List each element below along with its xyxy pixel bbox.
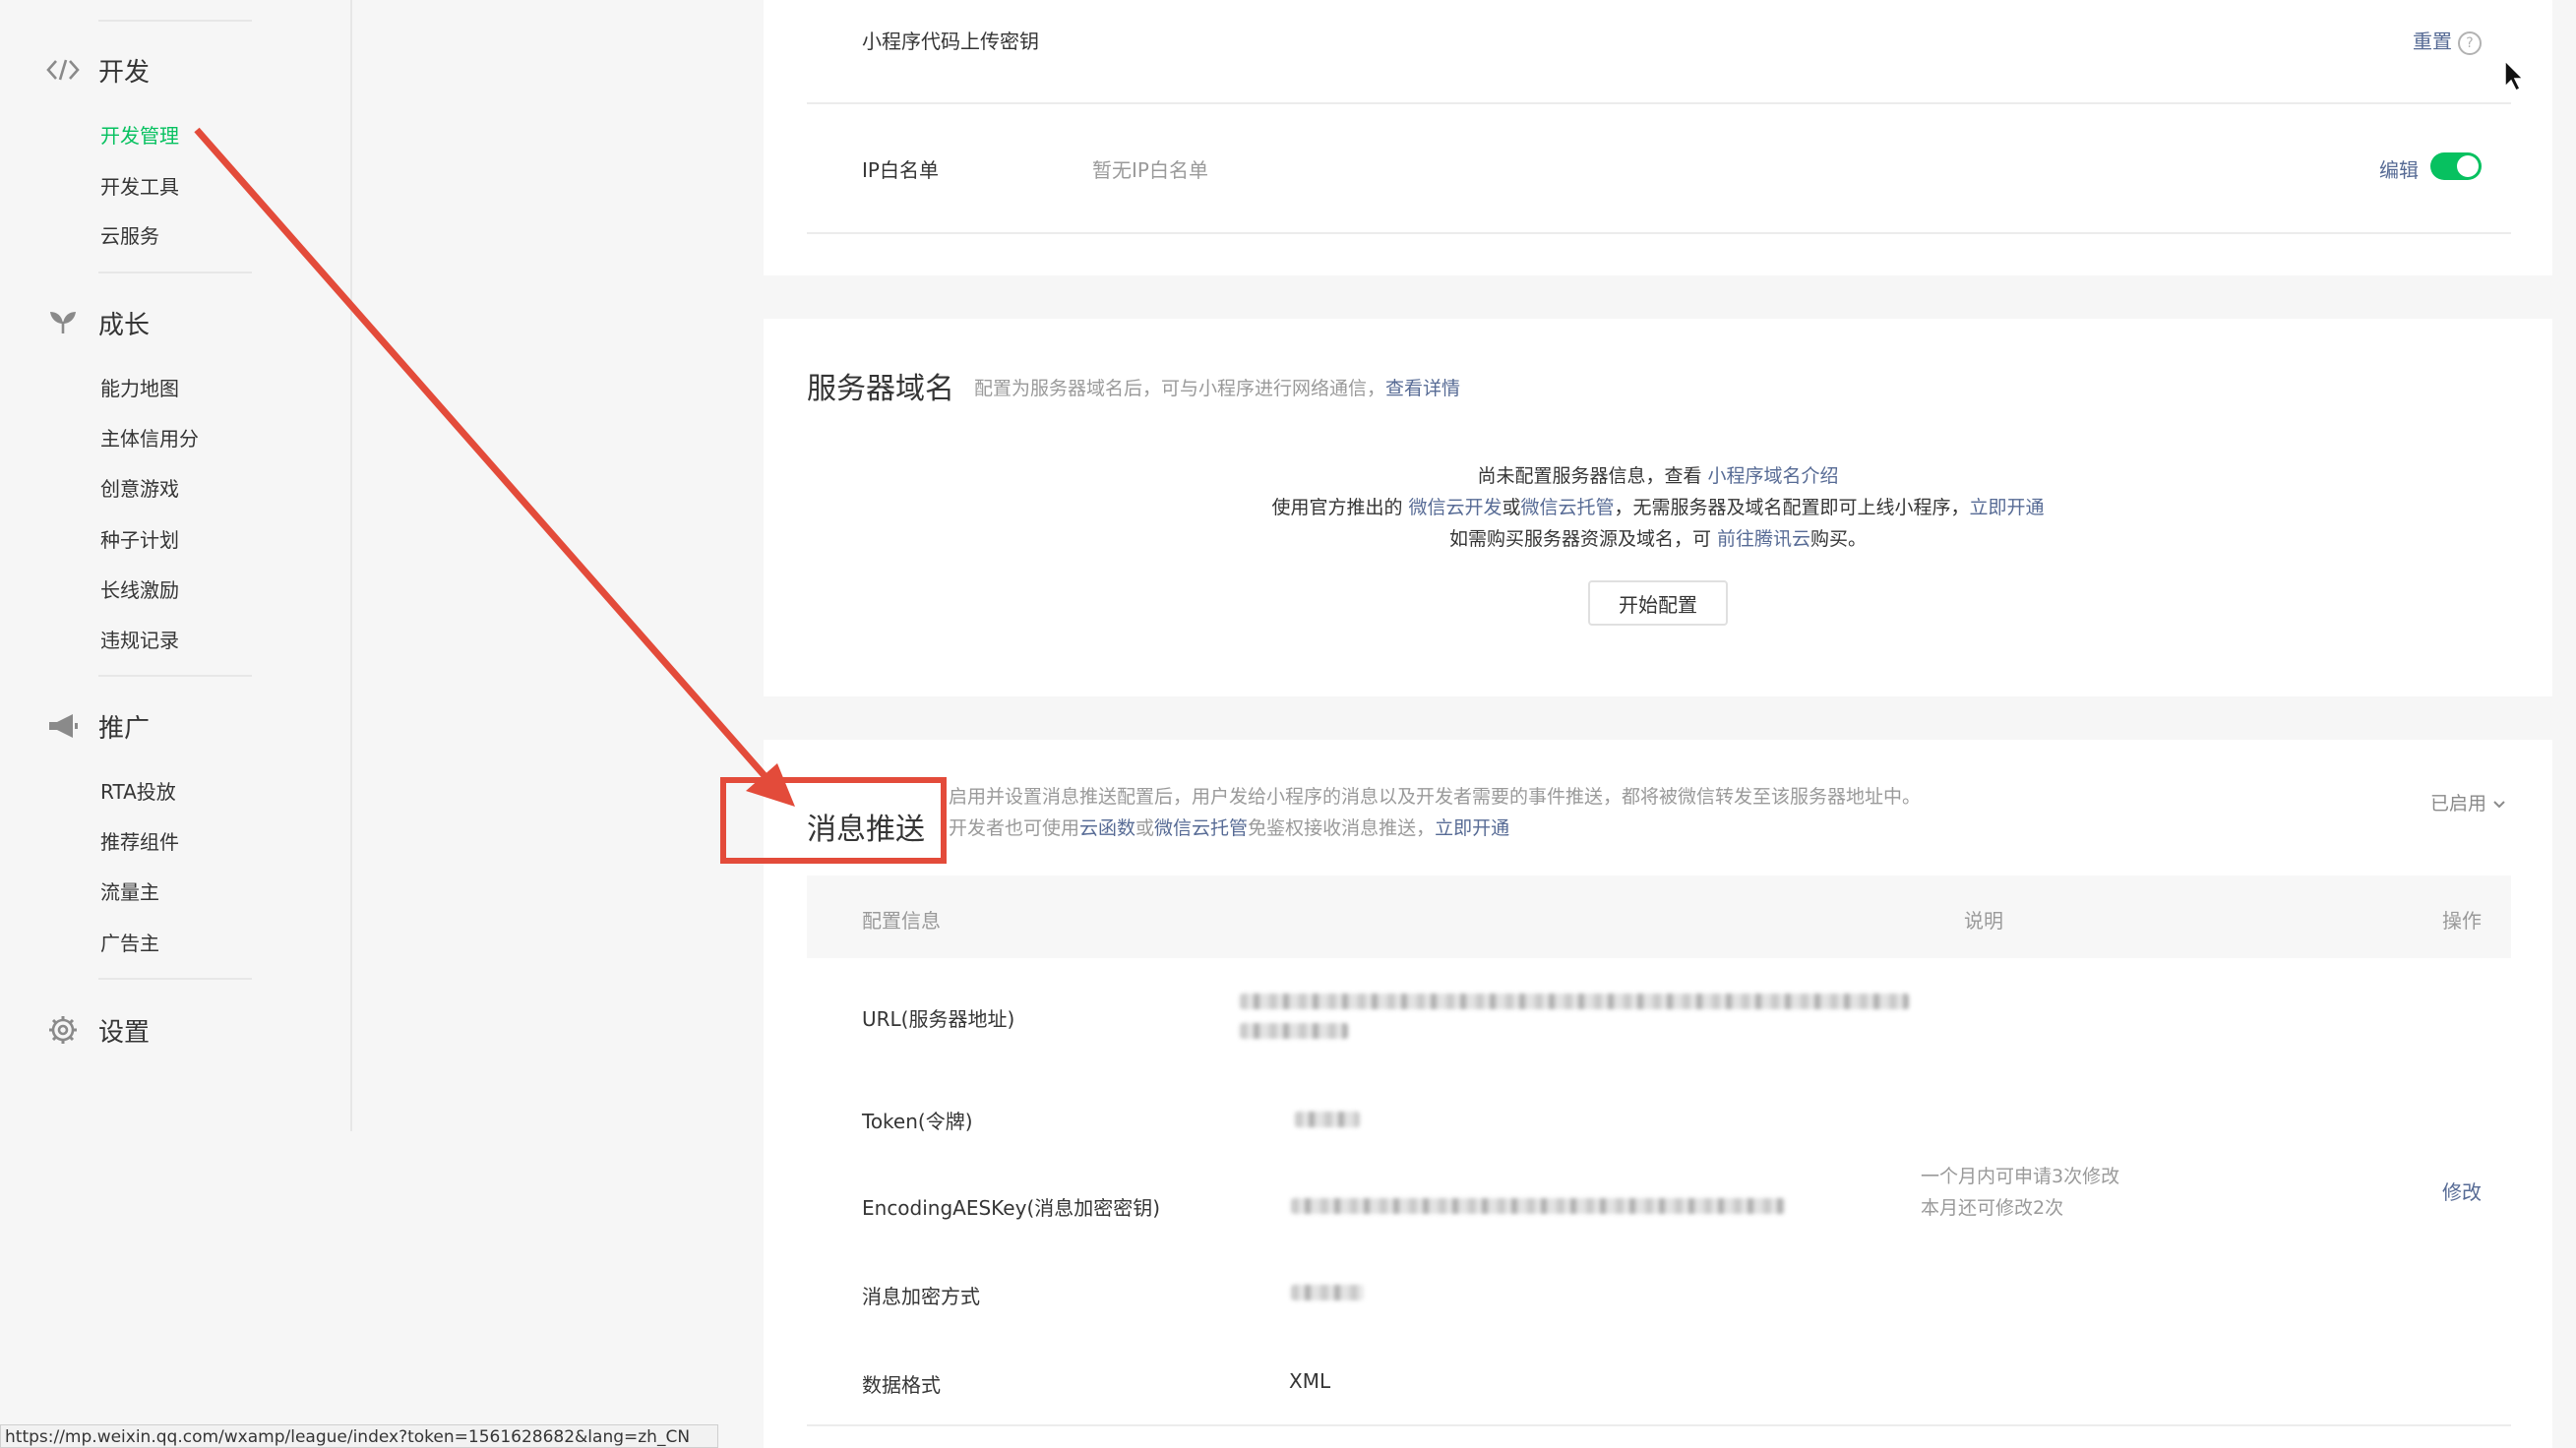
mouse-cursor-icon: [2503, 59, 2527, 96]
annotation-arrow: [194, 127, 795, 807]
annotation-highlight-box: [720, 777, 947, 864]
browser-status-bar: https://mp.weixin.qq.com/wxamp/league/in…: [0, 1424, 718, 1448]
